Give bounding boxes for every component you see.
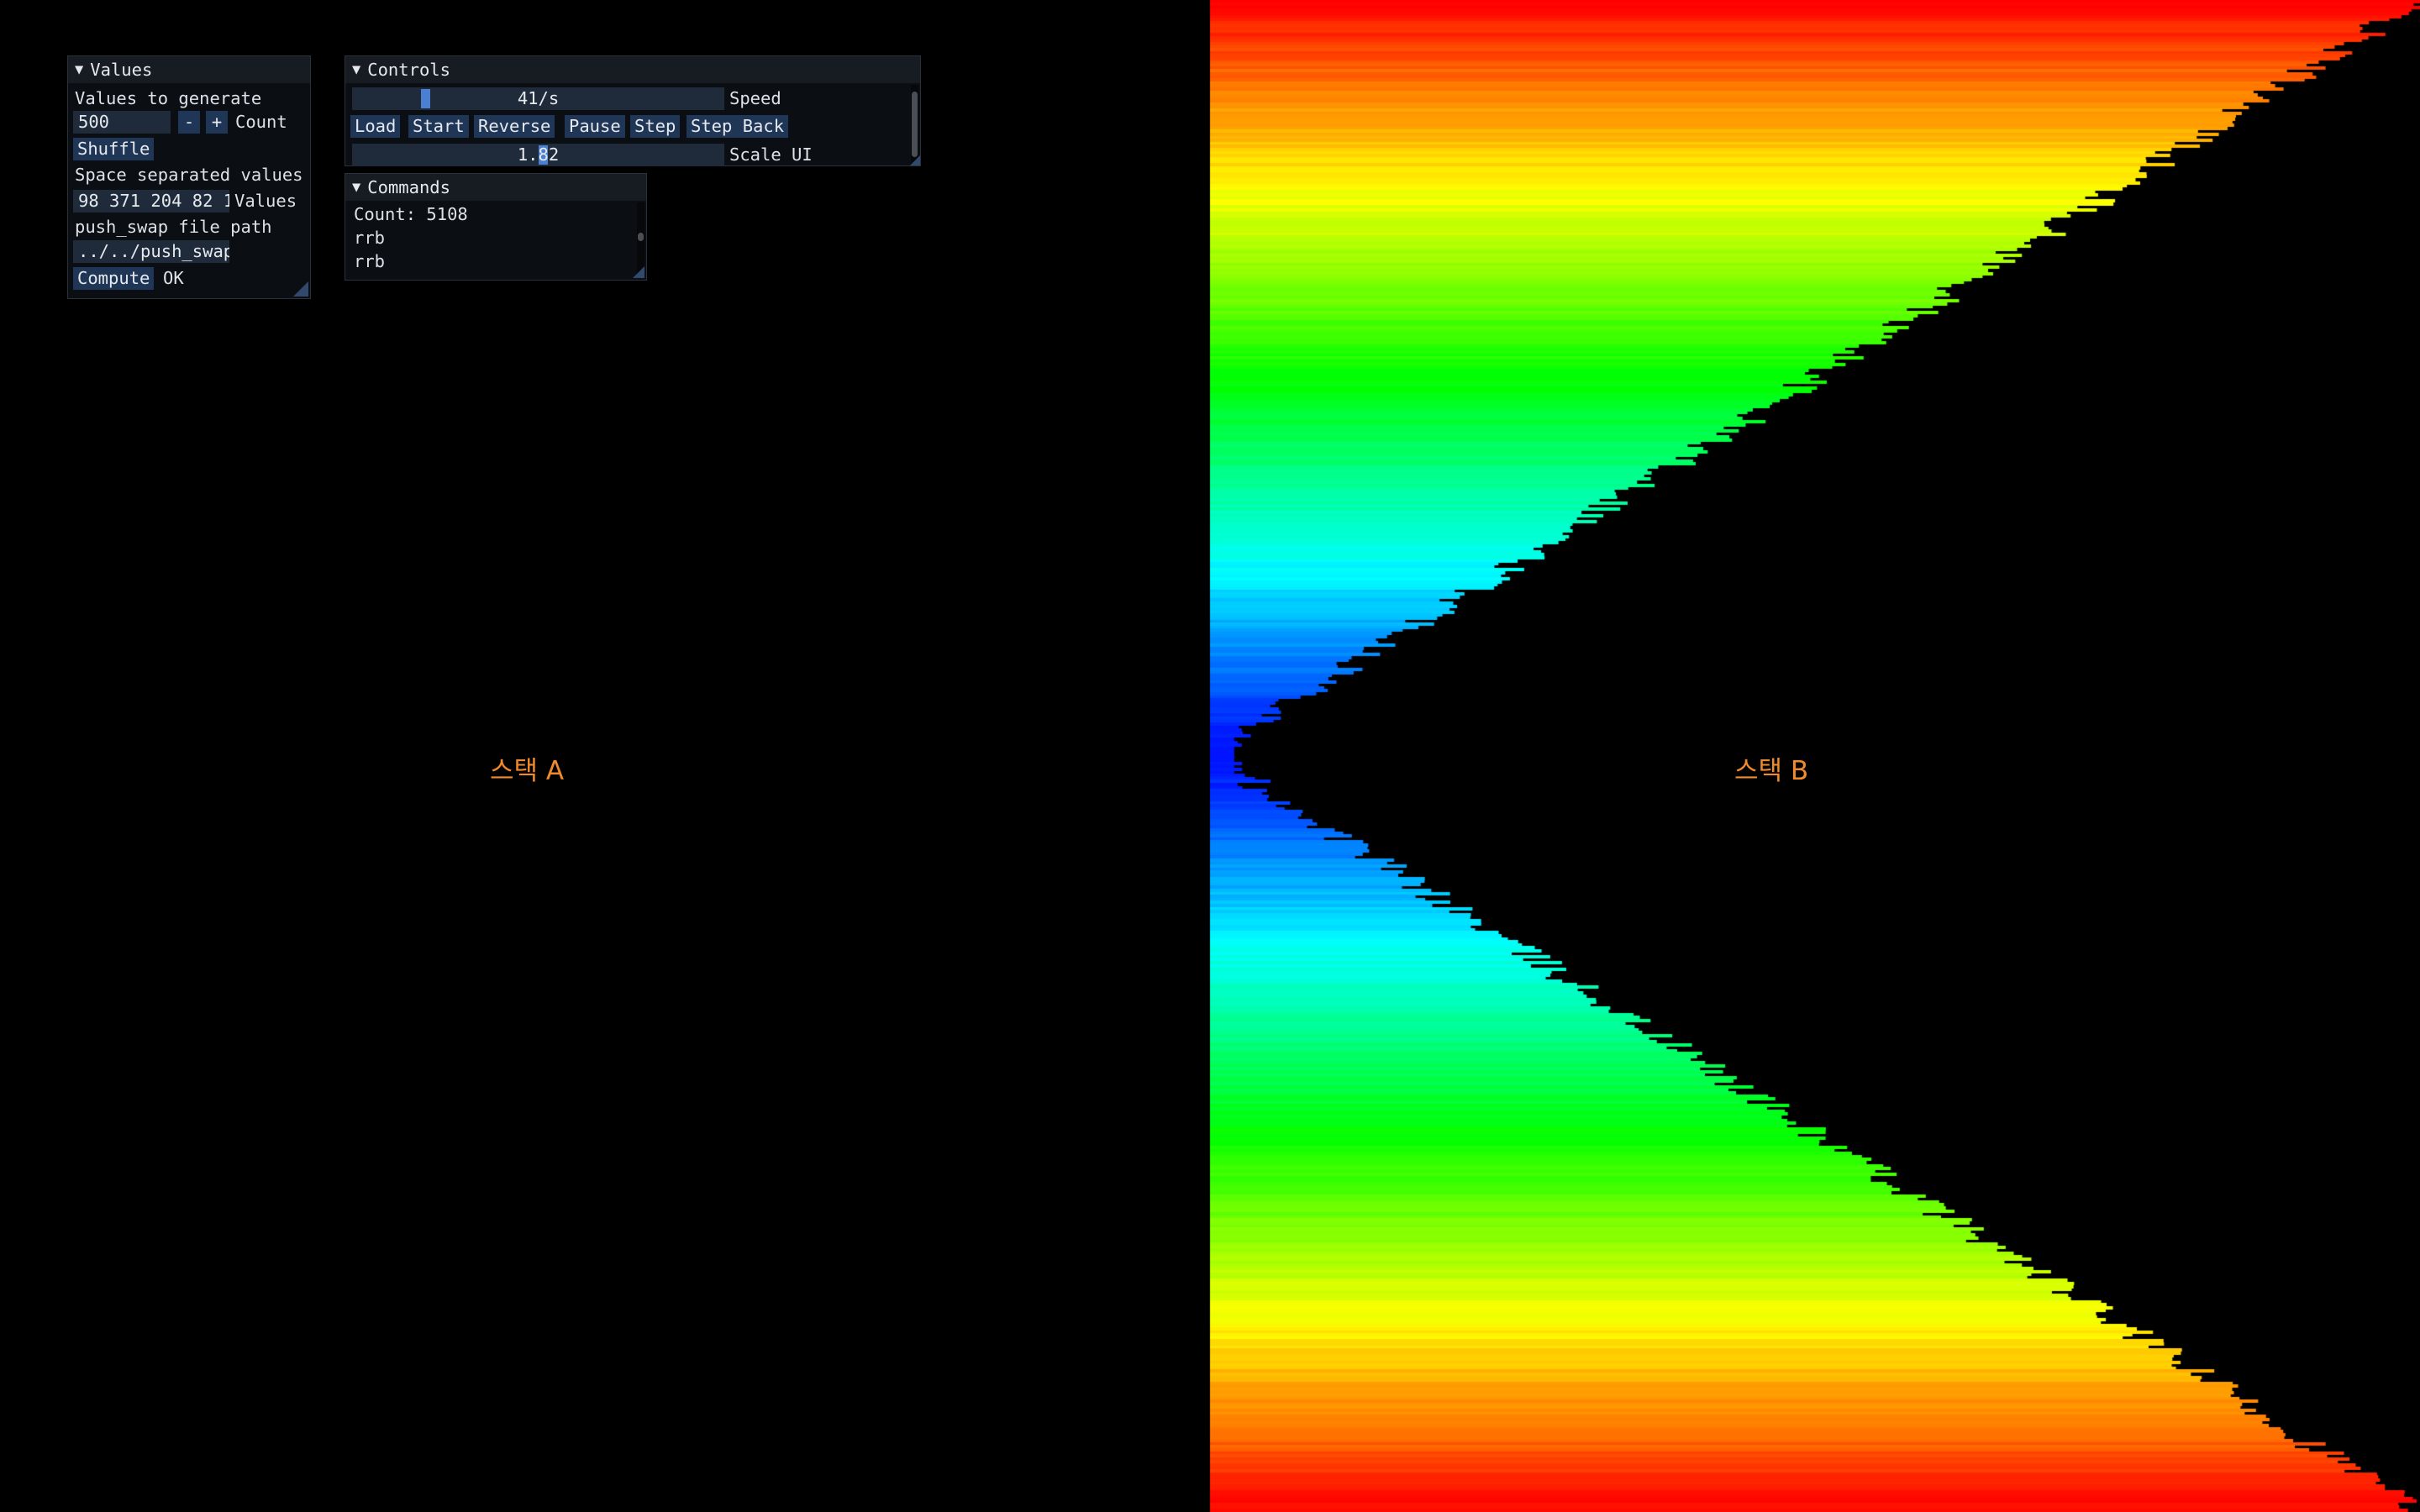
controls-scrollbar-thumb[interactable] <box>912 92 918 157</box>
controls-scrollbar[interactable] <box>911 85 918 164</box>
values-window-titlebar[interactable]: ▼ Values <box>68 56 310 83</box>
commands-window[interactable]: ▼ Commands Count: 5108 rrb rrb <box>345 173 647 281</box>
commands-count: Count: 5108 <box>354 204 468 224</box>
controls-window-titlebar[interactable]: ▼ Controls <box>345 56 920 83</box>
speed-slider-grab[interactable] <box>421 89 430 108</box>
values-label: Values <box>234 191 297 211</box>
stack-b-label: 스택 B <box>1734 756 1809 786</box>
speed-label: Speed <box>729 88 781 108</box>
commands-window-title: Commands <box>367 177 450 197</box>
command-item: rrb <box>354 228 386 248</box>
collapse-arrow-icon[interactable]: ▼ <box>352 180 360 195</box>
resize-grip-icon[interactable] <box>293 281 308 297</box>
speed-value: 41/s <box>517 88 560 108</box>
collapse-arrow-icon[interactable]: ▼ <box>352 62 360 77</box>
count-label: Count <box>235 112 287 132</box>
values-window[interactable]: ▼ Values Values to generate 500 - + Coun… <box>67 55 311 299</box>
controls-window[interactable]: ▼ Controls 41/s Speed Load Start Reverse… <box>345 55 921 166</box>
compute-status: OK <box>163 268 184 288</box>
reverse-button[interactable]: Reverse <box>474 115 555 138</box>
commands-window-titlebar[interactable]: ▼ Commands <box>345 174 646 201</box>
speed-slider[interactable]: 41/s <box>352 87 724 110</box>
commands-scrollbar-thumb[interactable] <box>638 233 644 241</box>
commands-scrollbar[interactable] <box>637 202 644 276</box>
stack-a-label: 스택 A <box>490 756 565 786</box>
values-input[interactable]: 98 371 204 82 1 <box>73 190 229 213</box>
scale-ui-label: Scale UI <box>729 144 813 165</box>
step-back-button[interactable]: Step Back <box>687 115 789 138</box>
scale-ui-slider[interactable]: 1.82 <box>352 144 724 166</box>
space-separated-label: Space separated values <box>75 165 303 185</box>
pause-button[interactable]: Pause <box>565 115 625 138</box>
command-item: rrb <box>354 251 386 271</box>
shuffle-button[interactable]: Shuffle <box>73 138 155 160</box>
count-decrement-button[interactable]: - <box>178 111 200 134</box>
count-input[interactable]: 500 <box>73 111 171 134</box>
collapse-arrow-icon[interactable]: ▼ <box>75 62 83 77</box>
step-button[interactable]: Step <box>630 115 681 138</box>
compute-button[interactable]: Compute <box>73 267 155 290</box>
path-input[interactable]: ../../push_swap <box>73 240 229 263</box>
resize-grip-icon[interactable] <box>633 266 644 278</box>
path-label: push_swap file path <box>75 217 272 237</box>
controls-window-title: Controls <box>367 60 450 80</box>
values-window-title: Values <box>90 60 153 80</box>
count-increment-button[interactable]: + <box>206 111 228 134</box>
resize-grip-icon[interactable] <box>910 155 920 165</box>
values-generate-label: Values to generate <box>75 88 262 108</box>
load-button[interactable]: Load <box>350 115 401 138</box>
start-button[interactable]: Start <box>408 115 469 138</box>
scale-ui-value: 1.82 <box>517 144 560 165</box>
